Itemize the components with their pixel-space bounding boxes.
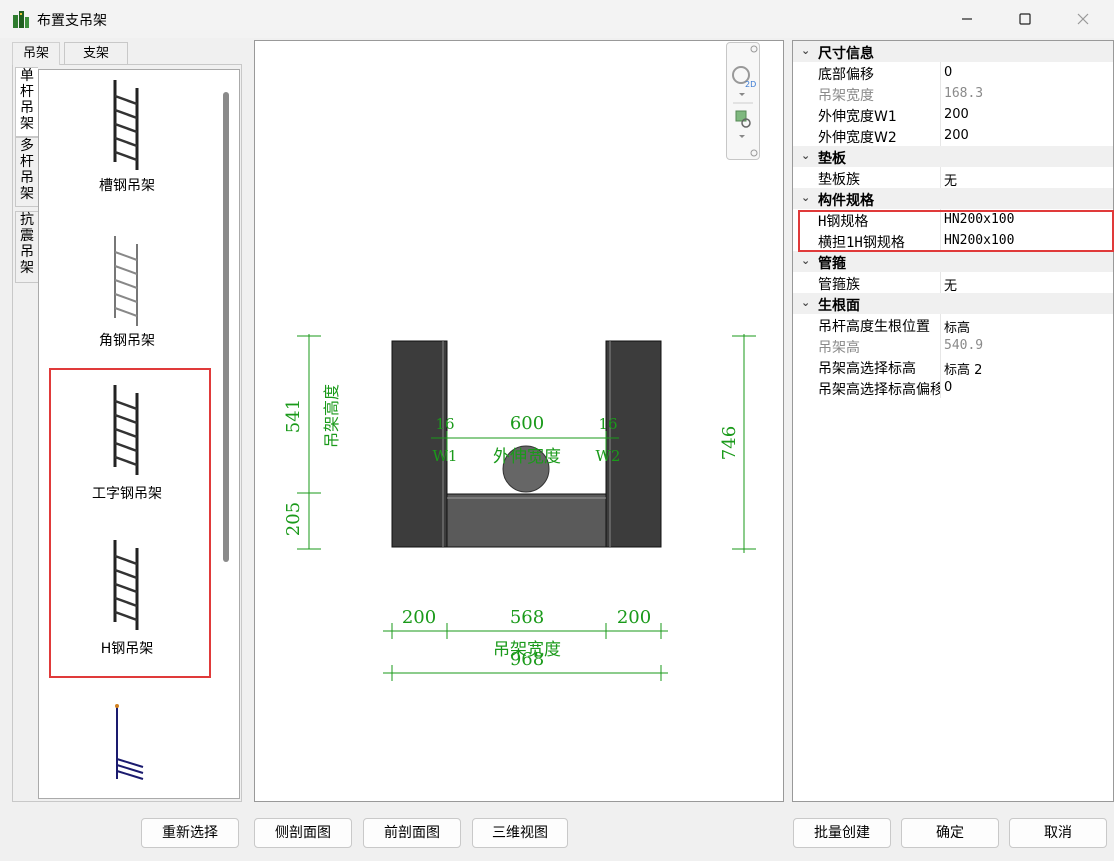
dim-mid-label: 外伸宽度 <box>493 447 561 467</box>
list-item-angle[interactable]: 角钢吊架 <box>39 220 215 360</box>
side-tab-seismic[interactable]: 抗震吊架 <box>15 211 39 283</box>
chevron-down-icon: ⌄ <box>801 254 811 267</box>
prop-row[interactable]: 外伸宽度W1 200 <box>793 104 1113 125</box>
list-item-cantilever[interactable] <box>39 695 215 798</box>
front-section-button[interactable]: 前剖面图 <box>363 818 461 848</box>
hanger-elevation-drawing: 541 吊架高度 205 746 16 16 600 W1 W2 外伸宽度 20… <box>283 334 756 681</box>
category-pad[interactable]: ⌄ 垫板 <box>793 146 1113 167</box>
building-icon <box>13 11 29 28</box>
prop-row[interactable]: 吊杆高度生根位置 标高 <box>793 314 1113 336</box>
dim-w2: W2 <box>596 447 621 465</box>
list-scrollbar[interactable] <box>223 92 229 562</box>
minimize-icon <box>962 18 972 20</box>
dim-bottom-total: 968 <box>510 649 544 670</box>
dim-height-label: 吊架高度 <box>322 384 341 448</box>
dim-bottom-left: 200 <box>402 607 436 628</box>
property-grid: ⌄ 尺寸信息 底部偏移 0 吊架宽度 168.3 外伸宽度W1 200 外伸宽度… <box>792 40 1114 802</box>
ok-button[interactable]: 确定 <box>901 818 999 848</box>
list-item-label: 槽钢吊架 <box>99 178 155 194</box>
prop-row[interactable]: 底部偏移 0 <box>793 62 1113 83</box>
prop-row: 吊架高 540.9 <box>793 335 1113 356</box>
list-item-channel[interactable]: 槽钢吊架 <box>39 70 215 210</box>
dialog-window: 布置支吊架 吊架 支架 单杆吊架 多杆吊架 抗震吊架 槽钢吊架 角钢吊架 工字钢… <box>0 0 1114 861</box>
view-toolbar: 2D <box>726 42 760 160</box>
angle-steel-hanger-icon <box>114 236 138 326</box>
category-root-surface[interactable]: ⌄ 生根面 <box>793 293 1113 314</box>
maximize-icon <box>1019 13 1031 25</box>
dim-right-height: 746 <box>719 426 740 460</box>
cancel-button[interactable]: 取消 <box>1009 818 1107 848</box>
3d-view-button[interactable]: 三维视图 <box>472 818 568 848</box>
highlight-box-hangers <box>49 368 211 678</box>
close-icon <box>1077 13 1089 25</box>
tab-support[interactable]: 支架 <box>64 42 128 65</box>
chevron-down-icon: ⌄ <box>801 296 811 309</box>
tab-hanger[interactable]: 吊架 <box>12 42 60 65</box>
close-button[interactable] <box>1060 0 1106 38</box>
dim-left-upper: 541 <box>283 399 304 433</box>
reselect-button[interactable]: 重新选择 <box>141 818 239 848</box>
dim-right-flange: 16 <box>598 415 617 433</box>
left-h-steel-post <box>391 340 448 548</box>
chevron-down-icon: ⌄ <box>801 149 811 162</box>
minimize-button[interactable] <box>944 0 990 38</box>
dim-bottom-right: 200 <box>617 607 651 628</box>
right-h-steel-post <box>605 340 662 548</box>
batch-create-button[interactable]: 批量创建 <box>793 818 891 848</box>
highlight-box-spec <box>798 210 1114 252</box>
crossbeam <box>446 493 607 548</box>
2d-view-icon[interactable]: 2D <box>732 66 756 96</box>
dim-bottom-mid: 568 <box>510 607 544 628</box>
cantilever-hanger-icon <box>115 704 144 780</box>
dim-top-mid: 600 <box>510 413 544 434</box>
list-item-label: 角钢吊架 <box>99 333 155 349</box>
prop-row[interactable]: 吊架高选择标高 标高 2 <box>793 356 1113 378</box>
svg-text:2D: 2D <box>745 80 756 89</box>
dim-w1: W1 <box>433 447 458 465</box>
category-size-info[interactable]: ⌄ 尺寸信息 <box>793 41 1113 62</box>
chevron-down-icon: ⌄ <box>801 44 811 57</box>
chevron-down-icon: ⌄ <box>801 191 811 204</box>
prop-row[interactable]: 垫板族 无 <box>793 167 1113 189</box>
prop-row[interactable]: 吊架高选择标高偏移 0 <box>793 377 1113 398</box>
prop-row[interactable]: 外伸宽度W2 200 <box>793 125 1113 146</box>
window-title: 布置支吊架 <box>37 13 107 29</box>
maximize-button[interactable] <box>1002 0 1048 38</box>
category-pipe-clamp[interactable]: ⌄ 管箍 <box>793 251 1113 272</box>
category-component-spec[interactable]: ⌄ 构件规格 <box>793 188 1113 209</box>
prop-row: 吊架宽度 168.3 <box>793 83 1113 104</box>
dim-left-flange: 16 <box>435 415 454 433</box>
close-icon <box>750 45 758 157</box>
side-section-button[interactable]: 侧剖面图 <box>254 818 352 848</box>
preview-canvas[interactable]: 541 吊架高度 205 746 16 16 600 W1 W2 外伸宽度 20… <box>254 40 784 802</box>
side-tab-multi-rod[interactable]: 多杆吊架 <box>15 137 39 207</box>
prop-row[interactable]: 管箍族 无 <box>793 272 1113 294</box>
title-bar: 布置支吊架 <box>0 0 1114 38</box>
channel-steel-hanger-icon <box>113 80 139 170</box>
dim-left-lower: 205 <box>283 502 304 536</box>
zoom-region-icon[interactable] <box>735 110 751 138</box>
side-tab-single-rod[interactable]: 单杆吊架 <box>15 67 38 137</box>
